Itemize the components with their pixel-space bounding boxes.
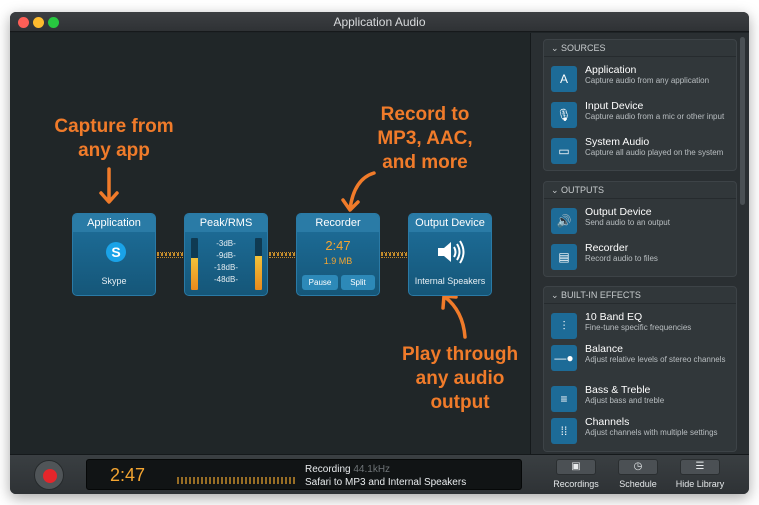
connector-2 (269, 252, 297, 258)
section-effects: ⌄ BUILT-IN EFFECTS ⫶ 10 Band EQ Fine-tun… (543, 286, 737, 452)
section-sources: ⌄ SOURCES A Application Capture audio fr… (543, 39, 737, 171)
bass-treble-icon: ≡ (551, 386, 577, 412)
split-button[interactable]: Split (341, 275, 375, 290)
annotation-play: Play through any audio output (401, 344, 519, 413)
node-output-title: Output Device (409, 214, 491, 232)
channels-icon: ⁞⁞ (551, 418, 577, 444)
recorder-size: 1.9 MB (323, 256, 353, 266)
recording-detail: Safari to MP3 and Internal Speakers (305, 477, 467, 488)
sidebar-scrollbar[interactable] (740, 37, 745, 205)
arrow-curved-icon (341, 171, 376, 212)
arrow-up-icon (441, 294, 467, 339)
meter-scale: -3dB- -9dB- -18dB- -48dB- (213, 239, 238, 284)
skype-icon: S (106, 242, 126, 262)
monitor-icon: ▭ (551, 138, 577, 164)
connector-3 (381, 252, 409, 258)
annotation-capture: Capture from any app (54, 116, 174, 161)
recording-status: Recording 44.1kHz (305, 464, 391, 475)
level-meter-right (255, 238, 262, 290)
section-outputs-header[interactable]: ⌄ OUTPUTS (544, 182, 736, 199)
eq-icon: ⫶ (551, 313, 577, 339)
window-title: Application Audio (333, 15, 426, 29)
recordings-icon: ▣ (556, 459, 596, 475)
node-recorder-title: Recorder (297, 214, 379, 232)
speaker-icon (438, 240, 465, 264)
pause-button[interactable]: Pause (302, 275, 338, 290)
annotation-record: Record to MP3, AAC, and more (377, 104, 473, 173)
node-application[interactable]: Application S Skype (72, 213, 156, 296)
connector-1 (157, 252, 185, 258)
app-window: Application Audio Capture from any app Re… (10, 12, 749, 494)
node-application-title: Application (73, 214, 155, 232)
clock-icon: ◷ (618, 459, 658, 475)
level-meter (177, 468, 295, 484)
sample-rate: 44.1kHz (353, 464, 391, 475)
section-outputs: ⌄ OUTPUTS 🔊 Output Device Send audio to … (543, 181, 737, 277)
arrow-down-icon (99, 167, 119, 204)
list-icon: ☰ (680, 459, 720, 475)
record-button[interactable] (34, 460, 64, 490)
node-output-device[interactable]: Output Device Internal Speakers (408, 213, 492, 296)
node-application-sub: Skype (101, 276, 127, 286)
recorder-time: 2:47 (325, 238, 351, 253)
pipeline-canvas[interactable]: Capture from any app Record to MP3, AAC, an… (10, 33, 530, 454)
node-output-sub: Internal Speakers (414, 276, 486, 286)
library-sidebar: ⌄ SOURCES A Application Capture audio fr… (530, 33, 749, 454)
level-meter-left (191, 238, 198, 290)
balance-icon: —● (551, 345, 577, 371)
app-icon: A (551, 66, 577, 92)
elapsed-time: 2:47 (110, 465, 146, 485)
node-recorder[interactable]: Recorder 2:47 1.9 MB Pause Split (296, 213, 380, 296)
microphone-icon: 🎙 (551, 102, 577, 128)
file-icon: ▤ (551, 244, 577, 270)
speaker-icon: 🔊 (551, 208, 577, 234)
bottom-toolbar: 2:47 Recording 44.1kHz Safari to MP3 and… (10, 454, 749, 494)
section-effects-header[interactable]: ⌄ BUILT-IN EFFECTS (544, 287, 736, 304)
section-sources-header[interactable]: ⌄ SOURCES (544, 40, 736, 57)
status-display: 2:47 Recording 44.1kHz Safari to MP3 and… (86, 459, 522, 490)
title-bar: Application Audio (10, 12, 749, 32)
node-peak-title: Peak/RMS (185, 214, 267, 232)
node-peak-rms[interactable]: Peak/RMS -3dB- -9dB- -18dB- -48dB- (184, 213, 268, 296)
